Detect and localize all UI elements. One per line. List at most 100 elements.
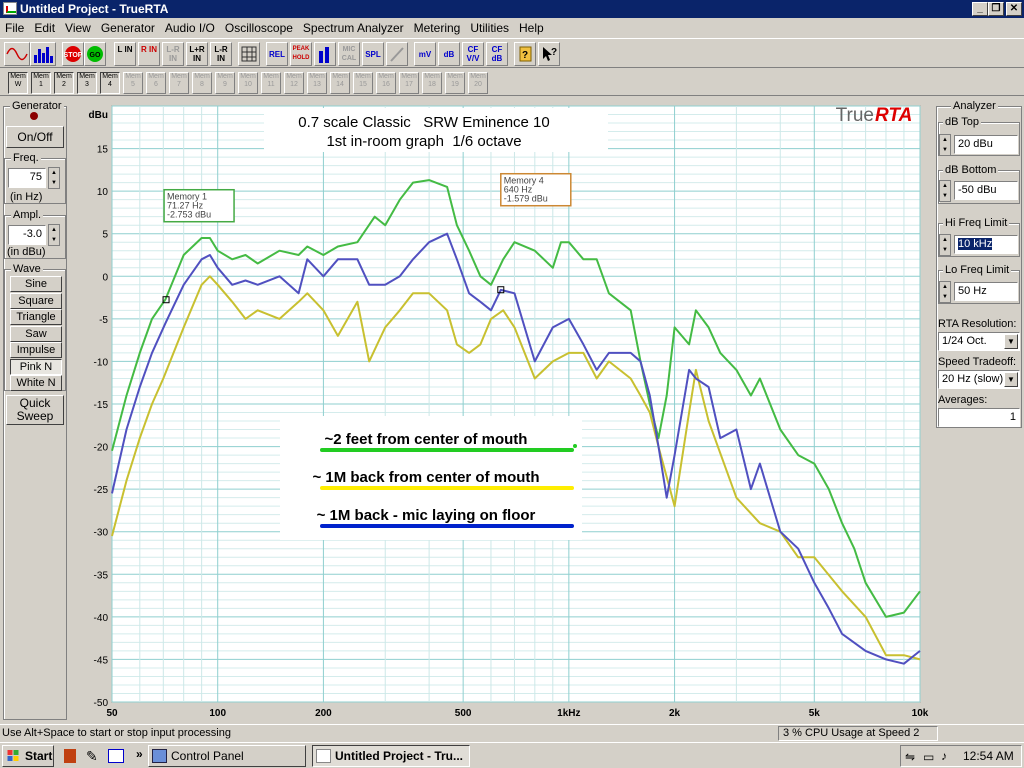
peak-hold-button[interactable]: PEAK HOLD	[290, 42, 312, 66]
rta-graph[interactable]: 15 10 5 0 -5 -10 -15 -20 -25 -30 -35 -40 -45 -50 dBu 50…	[72, 98, 932, 722]
right-input-button[interactable]: R IN	[138, 42, 160, 66]
memory-button-1[interactable]: Mem 1	[31, 72, 51, 94]
menu-generator[interactable]: Generator	[96, 18, 160, 38]
menu-oscilloscope[interactable]: Oscilloscope	[220, 18, 298, 38]
menu-bar: File Edit View Generator Audio I/O Oscillosco…	[0, 18, 1024, 38]
averages-input[interactable]: 1	[938, 408, 1020, 427]
memory-button-10[interactable]: Mem 10	[238, 72, 258, 94]
wave-impulse-button[interactable]: Impulse	[10, 342, 62, 358]
close-button[interactable]: ✕	[1006, 2, 1022, 16]
millivolt-button[interactable]: mV	[414, 42, 436, 66]
sine-generator-button[interactable]	[4, 42, 30, 66]
db-bottom-spinner[interactable]: ▲ ▼	[939, 180, 951, 202]
memory-button-12[interactable]: Mem 12	[284, 72, 304, 94]
on-off-button[interactable]: On/Off	[6, 126, 64, 148]
taskbar-truerta[interactable]: Untitled Project - Tru...	[312, 745, 470, 767]
menu-file[interactable]: File	[0, 18, 29, 38]
memory-button-16[interactable]: Mem 16	[376, 72, 396, 94]
wave-pink-n-button[interactable]: Pink N	[10, 358, 62, 375]
quicklaunch-pen-icon[interactable]: ✎	[86, 749, 100, 763]
rta-spectrum-button[interactable]	[30, 42, 56, 66]
menu-spectrum-analyzer[interactable]: Spectrum Analyzer	[298, 18, 409, 38]
window-title: Untitled Project - TrueRTA	[20, 2, 169, 16]
crest-factor-vv-button[interactable]: CF V/V	[462, 42, 484, 66]
memory-button-13[interactable]: Mem 13	[307, 72, 327, 94]
resolution-select[interactable]: 1/24 Oct. ▼	[938, 332, 1020, 351]
relative-button[interactable]: REL	[266, 42, 288, 66]
wave-square-button[interactable]: Square	[10, 292, 62, 309]
freq-input[interactable]: 75	[8, 168, 46, 188]
y-tick-label: -45	[94, 655, 109, 666]
lo-freq-input[interactable]: 50 Hz	[954, 282, 1018, 301]
tray-volume-icon[interactable]: ♪	[941, 749, 947, 763]
quicklaunch-more-icon[interactable]: »	[136, 747, 143, 761]
menu-metering[interactable]: Metering	[409, 18, 466, 38]
title-bar[interactable]: Untitled Project - TrueRTA _ ❐ ✕	[0, 0, 1024, 18]
chevron-down-icon[interactable]: ▼	[1004, 334, 1018, 349]
menu-edit[interactable]: Edit	[29, 18, 60, 38]
l-r-input-button[interactable]: L-R IN	[210, 42, 232, 66]
freq-spinner[interactable]: ▲ ▼	[48, 167, 60, 189]
db-top-input[interactable]: 20 dBu	[954, 135, 1018, 154]
memory-button-14[interactable]: Mem 14	[330, 72, 350, 94]
memory-button-7[interactable]: Mem 7	[169, 72, 189, 94]
wave-white-n-button[interactable]: White N	[10, 375, 62, 391]
memory-button-6[interactable]: Mem 6	[146, 72, 166, 94]
memory-button-5[interactable]: Mem 5	[123, 72, 143, 94]
ampl-spinner[interactable]: ▲ ▼	[48, 224, 60, 246]
memory-button-17[interactable]: Mem 17	[399, 72, 419, 94]
lo-freq-spinner[interactable]: ▲ ▼	[939, 281, 951, 303]
wave-sine-button[interactable]: Sine	[10, 276, 62, 292]
ampl-input[interactable]: -3.0	[8, 225, 46, 245]
db-button[interactable]: dB	[438, 42, 460, 66]
memory-button-4[interactable]: Mem 4	[100, 72, 120, 94]
restore-button[interactable]: ❐	[988, 2, 1004, 16]
memory-button-11[interactable]: Mem 11	[261, 72, 281, 94]
minimize-button[interactable]: _	[972, 2, 988, 16]
taskbar-control-panel[interactable]: Control Panel	[148, 745, 306, 767]
start-button[interactable]: Start	[2, 745, 54, 767]
tray-network-icon[interactable]: ⇋	[905, 750, 915, 764]
spl-button[interactable]: SPL	[362, 42, 384, 66]
x-tick-label: 5k	[809, 708, 821, 719]
wave-triangle-button[interactable]: Triangle	[10, 309, 62, 325]
chevron-down-icon[interactable]: ▼	[1004, 372, 1018, 387]
help-book-icon[interactable]: ?	[514, 42, 536, 66]
memory-button-9[interactable]: Mem 9	[215, 72, 235, 94]
menu-utilities[interactable]: Utilities	[465, 18, 514, 38]
menu-view[interactable]: View	[60, 18, 96, 38]
quick-sweep-button[interactable]: Quick Sweep	[6, 395, 64, 425]
db-top-spinner[interactable]: ▲ ▼	[939, 134, 951, 156]
stop-button[interactable]: STOP	[62, 42, 84, 66]
bars-icon[interactable]	[314, 42, 336, 66]
memory-button-3[interactable]: Mem 3	[77, 72, 97, 94]
y-axis-label: dBu	[89, 110, 108, 121]
left-input-button[interactable]: L IN	[114, 42, 136, 66]
memory-button-18[interactable]: Mem 18	[422, 72, 442, 94]
memory-button-20[interactable]: Mem 20	[468, 72, 488, 94]
menu-help[interactable]: Help	[514, 18, 549, 38]
l-plus-r-input-button[interactable]: L+R IN	[186, 42, 208, 66]
wand-icon[interactable]	[386, 42, 408, 66]
memory-button-2[interactable]: Mem 2	[54, 72, 74, 94]
menu-audio-i-o[interactable]: Audio I/O	[160, 18, 220, 38]
control-panel-icon	[152, 749, 167, 763]
memory-button-19[interactable]: Mem 19	[445, 72, 465, 94]
quicklaunch-app-icon[interactable]	[64, 749, 76, 763]
hi-freq-input[interactable]: 10 kHz	[954, 235, 1018, 254]
memory-button-0[interactable]: Mem W	[8, 72, 28, 94]
hi-freq-spinner[interactable]: ▲ ▼	[939, 234, 951, 256]
db-bottom-input[interactable]: -50 dBu	[954, 181, 1018, 200]
memory-button-8[interactable]: Mem 8	[192, 72, 212, 94]
go-button[interactable]: GO	[84, 42, 106, 66]
speed-select[interactable]: 20 Hz (slow) ▼	[938, 370, 1020, 389]
memory-button-15[interactable]: Mem 15	[353, 72, 373, 94]
wave-saw-button[interactable]: Saw	[10, 325, 62, 342]
context-help-icon[interactable]: ?	[538, 42, 560, 66]
tray-pc-icon[interactable]: ▭	[923, 750, 934, 764]
crest-factor-db-button[interactable]: CF dB	[486, 42, 508, 66]
mic-cal-button[interactable]: MIC CAL	[338, 42, 360, 66]
l-minus-r-input-button[interactable]: L-R IN	[162, 42, 184, 66]
quicklaunch-desktop-icon[interactable]	[108, 749, 124, 763]
grid-icon[interactable]	[238, 42, 260, 66]
